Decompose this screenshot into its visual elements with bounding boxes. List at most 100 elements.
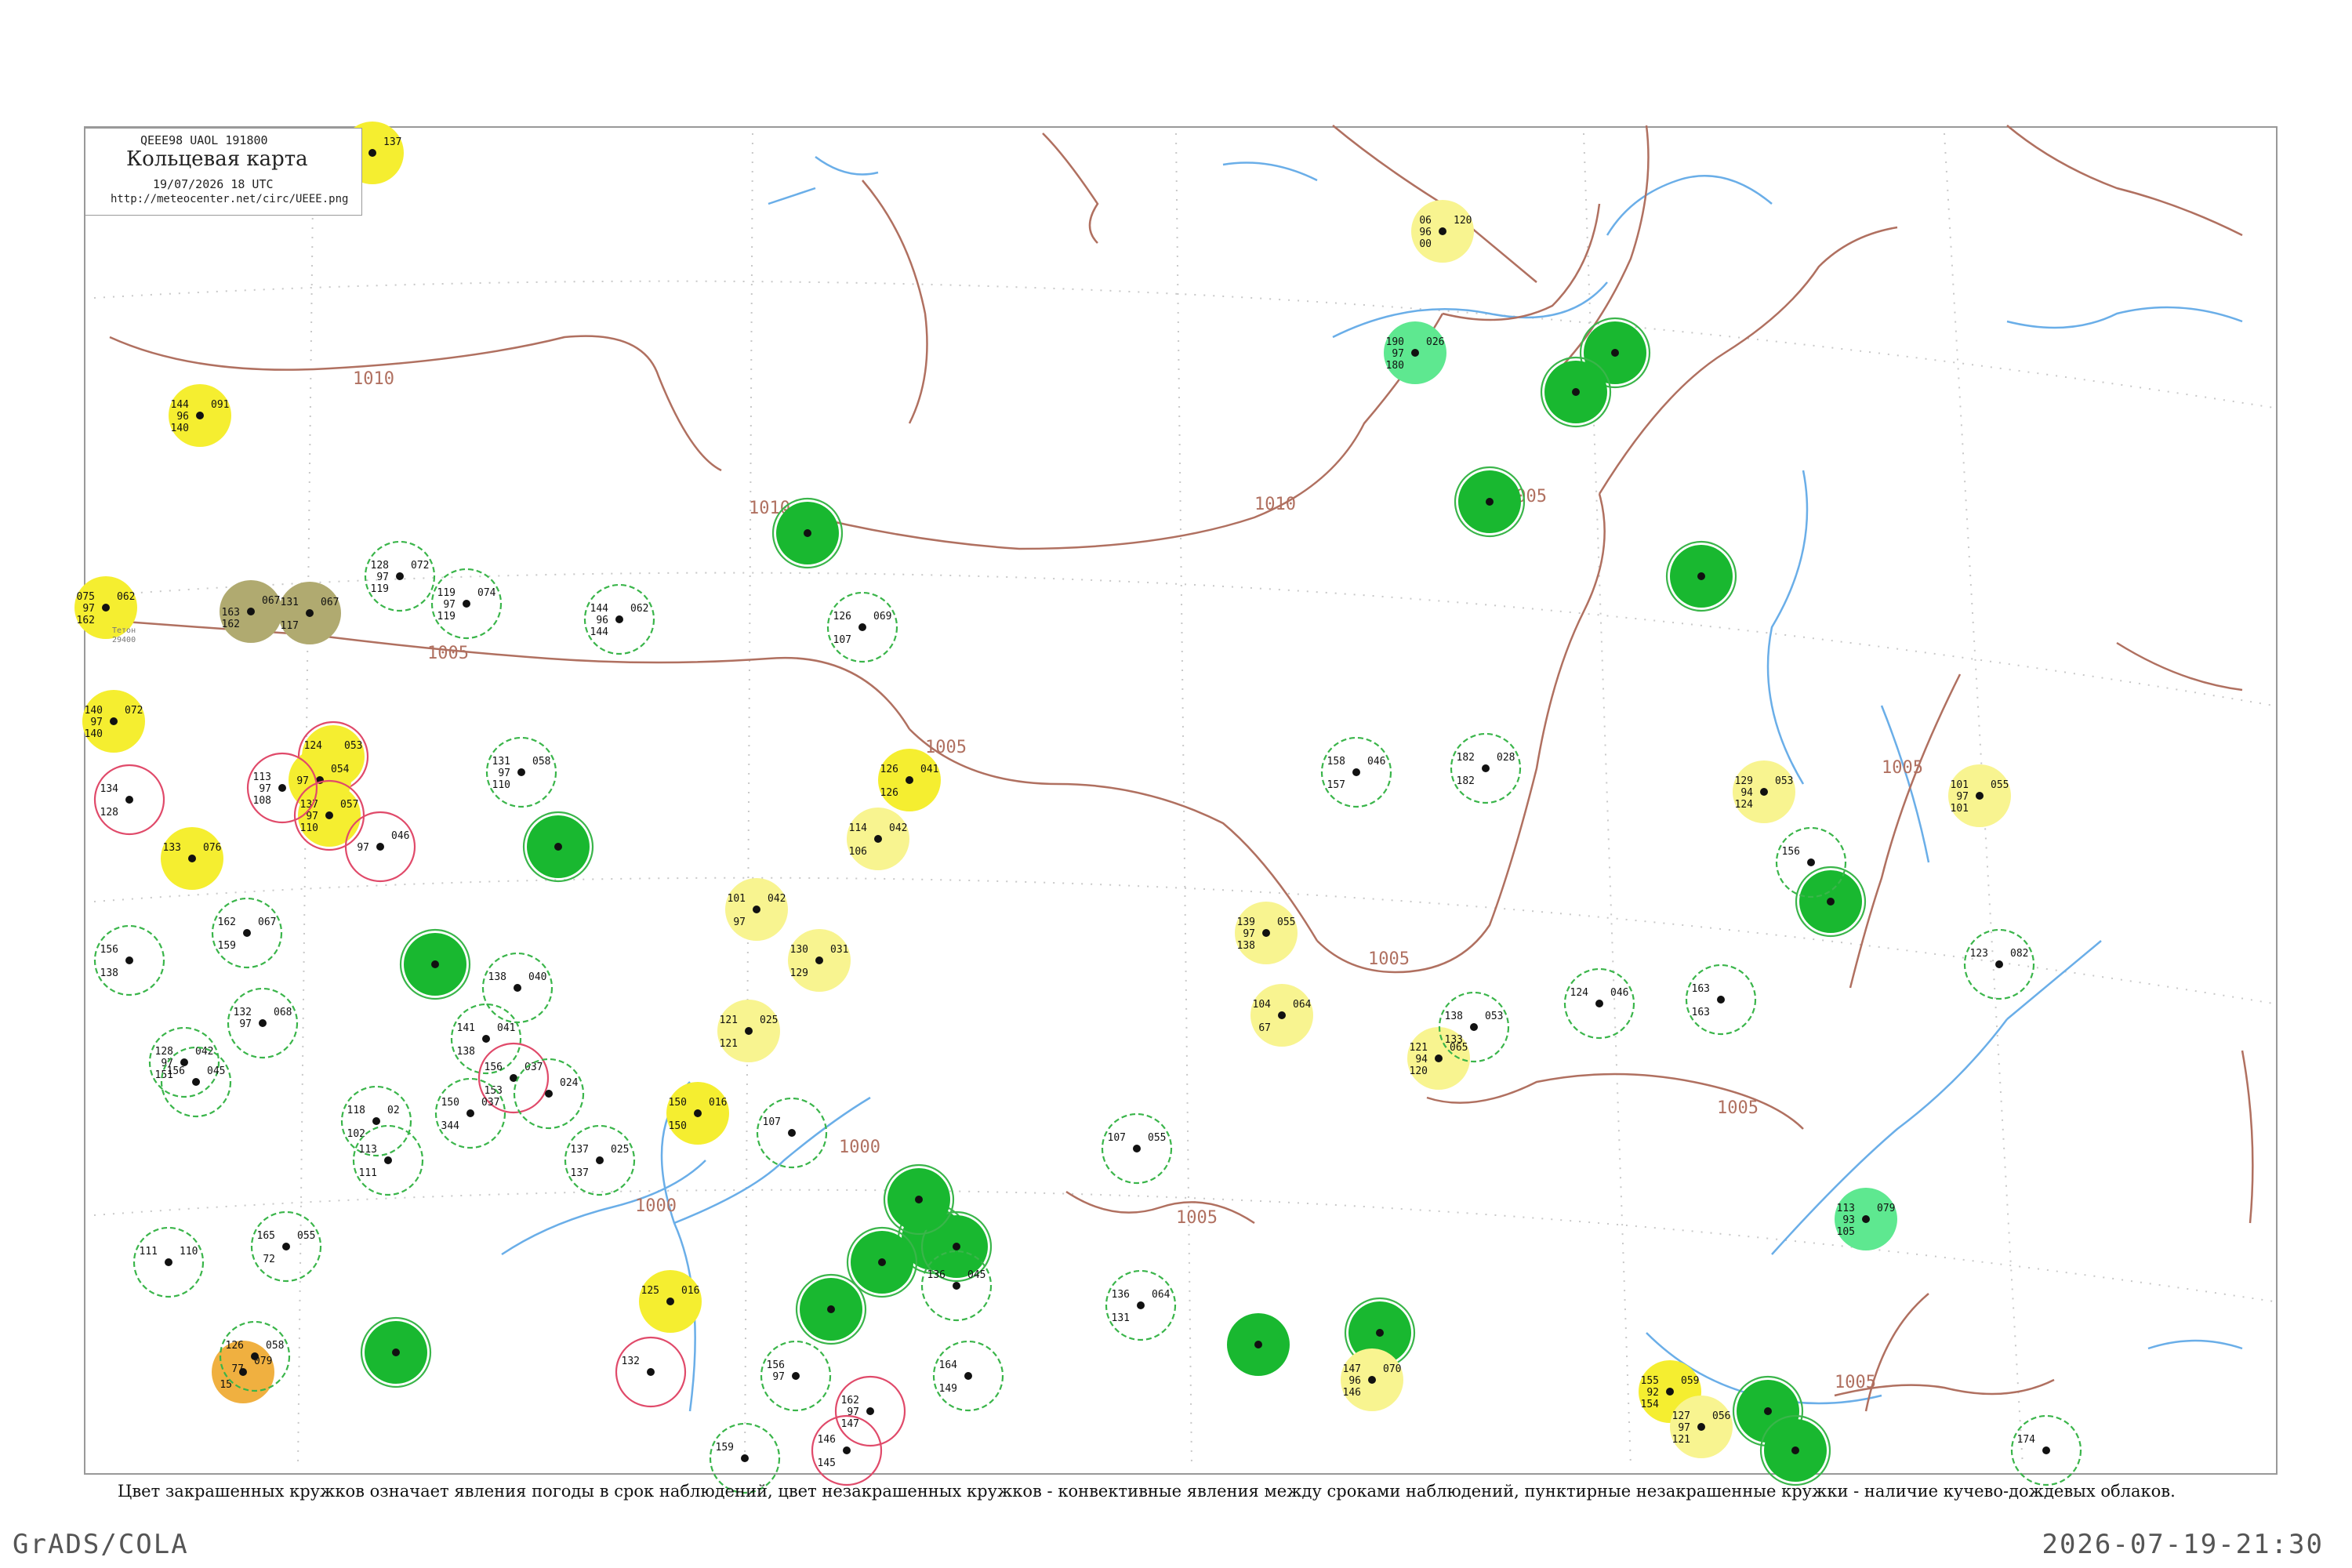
- station-dot: [384, 1156, 392, 1164]
- station-plot: 10197101 055: [1948, 764, 2011, 827]
- station-plot: 12897151042: [148, 1026, 220, 1098]
- station-temperature: 101: [1951, 779, 1969, 791]
- station-plot: [1540, 356, 1612, 428]
- station-temperature: 131: [492, 756, 510, 768]
- station-plot: 13797110057: [293, 779, 365, 851]
- station-dot: [915, 1196, 923, 1203]
- station-temperature: 075: [77, 591, 95, 603]
- station-dewpoint: 131: [1112, 1312, 1130, 1324]
- isobar-label: 1005: [1717, 1098, 1759, 1118]
- station-dot: [827, 1305, 835, 1313]
- station-plot: 11393105 079: [1835, 1188, 1897, 1250]
- station-dot: [325, 811, 333, 819]
- station-dewpoint: 129: [790, 967, 808, 979]
- station-plot: [1227, 1313, 1290, 1376]
- station-dot: [1376, 1329, 1384, 1337]
- station-layer: 07597162062Тетон29400163162067 1311170671…: [74, 122, 2082, 1494]
- station-plot: 123 082: [1963, 928, 2035, 1000]
- station-pressure: 053: [1485, 1011, 1503, 1022]
- station-plot: 121 121 025: [717, 1000, 780, 1062]
- station-humidity: 93: [1842, 1214, 1855, 1226]
- station-dot: [1133, 1145, 1141, 1152]
- station-temperature: 139: [1237, 916, 1255, 928]
- station-pressure: 067: [258, 916, 276, 928]
- station-dot: [102, 604, 110, 612]
- bulletin-codes: QEEE98 UAOL 191800: [140, 133, 268, 147]
- station-plot: 111 110: [132, 1226, 205, 1298]
- station-plot: 107: [756, 1097, 828, 1169]
- station-dot: [953, 1243, 960, 1250]
- station-dot: [1862, 1215, 1870, 1223]
- station-humidity: 163: [222, 607, 240, 619]
- station-dot: [251, 1352, 259, 1360]
- station-dot: [866, 1407, 874, 1415]
- station-pressure: 058: [266, 1340, 284, 1352]
- station-temperature: 137: [571, 1144, 589, 1156]
- station-dot: [1995, 960, 2003, 968]
- station-dot: [1368, 1376, 1376, 1384]
- station-pressure: 026: [1426, 336, 1444, 348]
- station-temperature: 133: [163, 842, 181, 854]
- station-humidity: 97: [443, 599, 456, 611]
- station-plot: [771, 497, 844, 569]
- station-dot: [1595, 1000, 1603, 1007]
- station-temperature: 107: [1108, 1132, 1126, 1144]
- station-humidity: 97: [259, 783, 271, 795]
- station-temperature: 124: [1570, 987, 1589, 999]
- station-dot: [745, 1027, 753, 1035]
- station-pressure: 046: [1367, 756, 1385, 768]
- station-dot: [554, 843, 562, 851]
- station-humidity: 96: [596, 615, 608, 626]
- station-dewpoint: 157: [1327, 779, 1345, 791]
- station-humidity: 97: [296, 775, 309, 787]
- station-humidity: 97: [498, 768, 510, 779]
- station-dot: [514, 984, 521, 992]
- station-humidity: 94: [1415, 1054, 1428, 1065]
- station-temperature: 130: [790, 944, 808, 956]
- station-plot: 124 046: [1563, 967, 1635, 1040]
- station-plot: 126 126 041: [878, 749, 941, 811]
- station-temperature: 140: [85, 705, 103, 717]
- station-temperature: 132: [622, 1356, 640, 1367]
- station-temperature: 104: [1253, 999, 1272, 1011]
- station-temperature: 162: [841, 1395, 859, 1406]
- station-plot: 164 149: [932, 1340, 1004, 1412]
- station-temperature: 182: [1457, 752, 1475, 764]
- station-pressure: 091: [211, 399, 229, 411]
- station-plot: 97 046: [344, 811, 416, 883]
- station-plot: 13997138 055: [1235, 902, 1298, 964]
- map-datetime: 19/07/2026 18 UTC: [153, 177, 274, 191]
- station-plot: 134 128: [93, 764, 165, 836]
- station-dot: [125, 956, 133, 964]
- station-temperature: 107: [763, 1116, 781, 1128]
- station-dot: [1827, 898, 1835, 906]
- station-dot: [466, 1109, 474, 1117]
- station-pressure: 120: [1454, 215, 1472, 227]
- station-pressure: 031: [830, 944, 848, 956]
- station-dot: [878, 1258, 886, 1266]
- station-temperature: 158: [1327, 756, 1345, 768]
- station-plot: [795, 1273, 867, 1345]
- station-pressure: 059: [1681, 1375, 1699, 1387]
- station-dewpoint: 119: [437, 611, 456, 622]
- station-pressure: 110: [180, 1246, 198, 1258]
- station-pressure: 056: [1712, 1410, 1730, 1422]
- isobar-label: 1010: [1254, 495, 1296, 514]
- station-dot: [1976, 792, 1984, 800]
- station-plot: 165 72 055: [250, 1210, 322, 1283]
- station-dot: [165, 1258, 172, 1266]
- station-temperature: 136: [1112, 1289, 1130, 1301]
- station-temperature: 111: [140, 1246, 158, 1258]
- station-temperature: 146: [818, 1434, 836, 1446]
- station-dot: [1435, 1054, 1443, 1062]
- station-dewpoint: 150: [669, 1120, 687, 1132]
- station-plot: 163 163: [1685, 964, 1757, 1036]
- station-plot: 104 67 064: [1250, 984, 1313, 1047]
- station-dewpoint: 344: [441, 1120, 460, 1132]
- station-dewpoint: 137: [571, 1167, 589, 1179]
- station-temperature: 121: [720, 1014, 738, 1026]
- station-pressure: 062: [630, 603, 648, 615]
- station-plot: 138 040: [481, 952, 554, 1024]
- station-temperature: 162: [218, 916, 236, 928]
- station-code: 29400: [112, 636, 136, 644]
